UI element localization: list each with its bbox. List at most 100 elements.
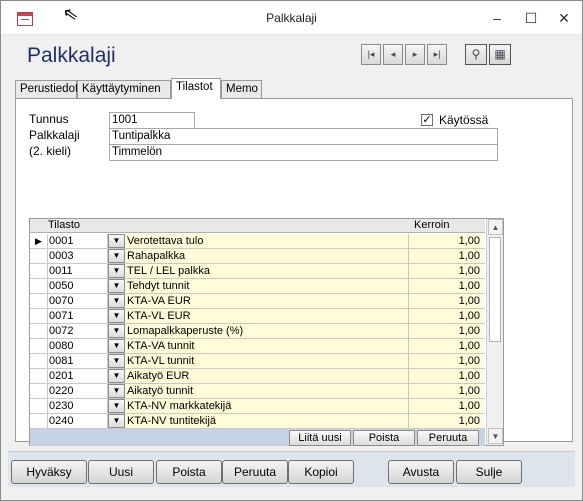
row-selector[interactable]	[30, 249, 48, 263]
tab-perustiedot[interactable]: Perustiedot	[15, 80, 78, 98]
kerroin-cell[interactable]: 1,00	[409, 384, 483, 398]
row-selector[interactable]	[30, 324, 48, 338]
kerroin-cell[interactable]: 1,00	[409, 264, 483, 278]
kerroin-cell[interactable]: 1,00	[409, 369, 483, 383]
kerroin-cell[interactable]: 1,00	[409, 279, 483, 293]
table-row[interactable]: 0240 ▼ KTA-NV tuntitekijä 1,00	[30, 414, 485, 429]
tilasto-code-cell[interactable]: 0050	[48, 279, 108, 293]
maximize-icon[interactable]: ☐	[521, 9, 541, 27]
table-row[interactable]: 0201 ▼ Aikatyö EUR 1,00	[30, 369, 485, 384]
tilasto-code-cell[interactable]: 0080	[48, 339, 108, 353]
table-row[interactable]: 0072 ▼ Lomapalkkaperuste (%) 1,00	[30, 324, 485, 339]
kaytossa-checkbox[interactable]: ✓	[421, 114, 433, 126]
scroll-thumb[interactable]	[489, 237, 501, 342]
binoculars-search-icon[interactable]: ⚲	[465, 44, 487, 65]
tilasto-name-cell: Lomapalkkaperuste (%)	[125, 324, 409, 338]
first-record-button[interactable]: |◂	[361, 44, 381, 65]
kerroin-cell[interactable]: 1,00	[409, 354, 483, 368]
table-row[interactable]: 0081 ▼ KTA-VL tunnit 1,00	[30, 354, 485, 369]
row-selector[interactable]	[30, 399, 48, 413]
kerroin-cell[interactable]: 1,00	[409, 234, 483, 248]
table-view-icon[interactable]: ▦	[489, 44, 511, 65]
table-row[interactable]: 0071 ▼ KTA-VL EUR 1,00	[30, 309, 485, 324]
kerroin-cell[interactable]: 1,00	[409, 414, 483, 428]
kerroin-cell[interactable]: 1,00	[409, 249, 483, 263]
tilasto-code-cell[interactable]: 0011	[48, 264, 108, 278]
tilasto-code-cell[interactable]: 0001	[48, 234, 108, 248]
table-row[interactable]: 0080 ▼ KTA-VA tunnit 1,00	[30, 339, 485, 354]
chevron-down-icon[interactable]: ▼	[108, 324, 125, 338]
chevron-down-icon[interactable]: ▼	[108, 414, 125, 428]
row-selector[interactable]	[30, 279, 48, 293]
second-language-field[interactable]: Timmelön	[109, 144, 498, 161]
row-selector[interactable]	[30, 264, 48, 278]
table-row[interactable]: 0220 ▼ Aikatyö tunnit 1,00	[30, 384, 485, 399]
chevron-down-icon[interactable]: ▼	[108, 234, 125, 248]
tilasto-code-cell[interactable]: 0081	[48, 354, 108, 368]
minimize-icon[interactable]: –	[487, 9, 507, 27]
uusi-button[interactable]: Uusi	[88, 460, 154, 484]
close-icon[interactable]: ✕	[554, 9, 574, 27]
row-selector[interactable]	[30, 309, 48, 323]
tilasto-code-cell[interactable]: 0220	[48, 384, 108, 398]
tilasto-code-cell[interactable]: 0071	[48, 309, 108, 323]
column-header-kerroin[interactable]: Kerroin	[414, 219, 449, 232]
avusta-button[interactable]: Avusta	[388, 460, 454, 484]
kerroin-cell[interactable]: 1,00	[409, 309, 483, 323]
tilasto-code-cell[interactable]: 0072	[48, 324, 108, 338]
table-row[interactable]: 0070 ▼ KTA-VA EUR 1,00	[30, 294, 485, 309]
chevron-down-icon[interactable]: ▼	[108, 264, 125, 278]
chevron-down-icon[interactable]: ▼	[108, 279, 125, 293]
sulje-button[interactable]: Sulje	[456, 460, 522, 484]
prev-record-button[interactable]: ◂	[383, 44, 403, 65]
tilasto-code-cell[interactable]: 0070	[48, 294, 108, 308]
tilasto-code-cell[interactable]: 0230	[48, 399, 108, 413]
chevron-down-icon[interactable]: ▼	[108, 294, 125, 308]
tilasto-code-cell[interactable]: 0201	[48, 369, 108, 383]
chevron-down-icon[interactable]: ▼	[108, 309, 125, 323]
hyvaksy-button[interactable]: Hyväksy	[11, 460, 87, 484]
next-record-button[interactable]: ▸	[405, 44, 425, 65]
row-selector[interactable]	[30, 414, 48, 428]
kerroin-cell[interactable]: 1,00	[409, 294, 483, 308]
chevron-down-icon[interactable]: ▼	[108, 354, 125, 368]
grid-peruuta-button[interactable]: Peruuta	[417, 430, 479, 446]
row-selector[interactable]	[30, 369, 48, 383]
chevron-down-icon[interactable]: ▼	[108, 339, 125, 353]
row-selector[interactable]	[30, 339, 48, 353]
chevron-down-icon[interactable]: ▼	[108, 399, 125, 413]
last-record-button[interactable]: ▸|	[427, 44, 447, 65]
poista-button[interactable]: Poista	[156, 460, 222, 484]
kerroin-cell[interactable]: 1,00	[409, 324, 483, 338]
row-selector[interactable]	[30, 354, 48, 368]
table-row[interactable]: ▶ 0001 ▼ Verotettava tulo 1,00	[30, 234, 485, 249]
chevron-down-icon[interactable]: ▼	[108, 369, 125, 383]
tab-memo[interactable]: Memo	[221, 80, 262, 98]
row-selector[interactable]	[30, 294, 48, 308]
column-header-tilasto[interactable]: Tilasto	[48, 219, 80, 232]
scroll-up-icon[interactable]: ▲	[488, 219, 503, 235]
tab-tilastot[interactable]: Tilastot	[171, 78, 221, 99]
table-row[interactable]: 0050 ▼ Tehdyt tunnit 1,00	[30, 279, 485, 294]
palkkalaji-field[interactable]: Tuntipalkka	[109, 128, 498, 145]
vertical-scrollbar[interactable]: ▲ ▼	[486, 219, 503, 445]
table-row[interactable]: 0011 ▼ TEL / LEL palkka 1,00	[30, 264, 485, 279]
tilasto-code-cell[interactable]: 0240	[48, 414, 108, 428]
liita-uusi-button[interactable]: Liitä uusi	[289, 430, 351, 446]
kerroin-cell[interactable]: 1,00	[409, 339, 483, 353]
grid-poista-button[interactable]: Poista	[353, 430, 415, 446]
peruuta-button[interactable]: Peruuta	[222, 460, 288, 484]
table-row[interactable]: 0003 ▼ Rahapalkka 1,00	[30, 249, 485, 264]
row-selector[interactable]: ▶	[30, 234, 48, 248]
tilasto-code-cell[interactable]: 0003	[48, 249, 108, 263]
chevron-down-icon[interactable]: ▼	[108, 384, 125, 398]
tab-kayttaytyminen[interactable]: Käyttäytyminen	[77, 80, 171, 98]
kerroin-cell[interactable]: 1,00	[409, 399, 483, 413]
table-row[interactable]: 0230 ▼ KTA-NV markkatekijä 1,00	[30, 399, 485, 414]
tunnus-label: Tunnus	[29, 112, 69, 126]
scroll-down-icon[interactable]: ▼	[488, 428, 503, 444]
kopioi-button[interactable]: Kopioi	[288, 460, 354, 484]
row-selector[interactable]	[30, 384, 48, 398]
tunnus-field[interactable]: 1001	[109, 112, 195, 129]
chevron-down-icon[interactable]: ▼	[108, 249, 125, 263]
